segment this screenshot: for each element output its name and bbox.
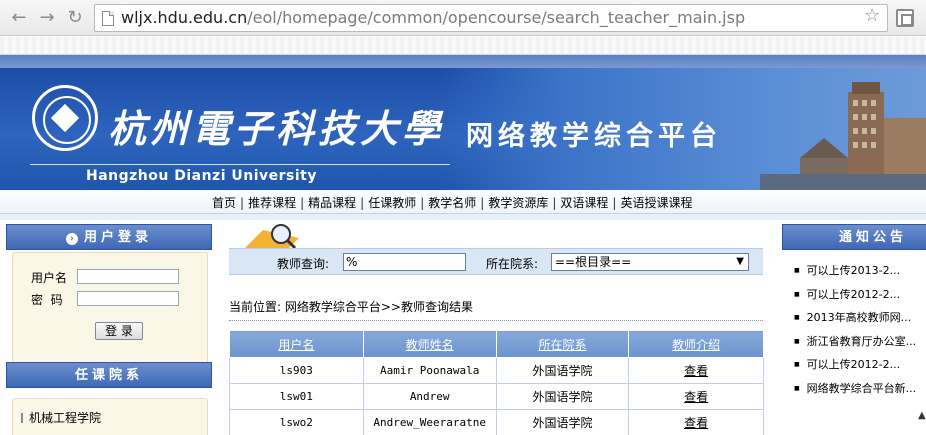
nav-bilingual-courses[interactable]: 双语课程 <box>560 196 608 210</box>
dept-item[interactable]: 机械工程学院 <box>21 409 101 426</box>
platform-title: 网络教学综合平台 <box>466 121 722 152</box>
col-header-teacher-name[interactable]: 教师姓名 <box>362 330 497 358</box>
col-header-username[interactable]: 用户名 <box>229 330 364 358</box>
teacher-search-bar: 教师查询: % 所在院系: ==根目录== ▼ <box>229 248 763 275</box>
notice-list: 可以上传2013-2... 可以上传2012-2... 2013年高校教师网..… <box>794 262 926 403</box>
notice-item[interactable]: 网络教学综合平台新... <box>794 380 926 404</box>
username-input[interactable] <box>77 269 179 284</box>
cell-department: 外国语学院 <box>495 357 630 384</box>
teacher-query-label: 教师查询: <box>277 257 330 271</box>
university-logo <box>32 85 98 151</box>
browser-menu-icon[interactable] <box>896 9 914 27</box>
notice-item[interactable]: 可以上传2013-2... <box>794 262 926 286</box>
login-button[interactable]: 登 录 <box>95 322 143 340</box>
notice-item[interactable]: 2013年高校教师网... <box>794 309 926 333</box>
cell-username: lsw01 <box>229 383 364 410</box>
cell-department: 外国语学院 <box>495 409 630 435</box>
dept-header: 任课院系 <box>6 362 212 388</box>
cell-teacher-name: Andrew <box>362 383 497 410</box>
left-sidebar: › 用户登录 用户名 密 码 登 录 任课院系 机械工程学院 <box>6 222 212 435</box>
login-header: › 用户登录 <box>6 224 212 250</box>
reload-icon[interactable]: ↻ <box>65 8 85 28</box>
bookmark-star-icon[interactable]: ☆ <box>864 5 880 26</box>
browser-toolbar-strip <box>0 37 926 55</box>
nav-under-strip <box>0 214 926 220</box>
scroll-up-arrow-icon[interactable]: ▲ <box>918 410 926 421</box>
cell-username: lswo2 <box>229 409 364 435</box>
username-label: 用户名 <box>31 271 68 285</box>
dept-select-label: 所在院系: <box>486 257 539 271</box>
table-row: ls903 Aamir Poonawala 外国语学院 查看 <box>229 357 764 384</box>
nav-home[interactable]: 首页 <box>212 196 236 210</box>
browser-toolbar: ← → ↻ wljx.hdu.edu.cn/eol/homepage/commo… <box>0 0 926 36</box>
breadcrumb: 当前位置: 网络教学综合平台>>教师查询结果 <box>229 300 473 314</box>
arrow-circle-icon: › <box>65 233 78 245</box>
password-label: 密 码 <box>31 293 63 307</box>
teacher-results-table: 用户名 教师姓名 所在院系 教师介绍 ls903 Aamir Poonawala… <box>229 330 764 435</box>
cell-teacher-name: Aamir Poonawala <box>362 357 497 384</box>
notice-item[interactable]: 浙江省教育厅办公室... <box>794 333 926 357</box>
nav-resource-library[interactable]: 教学资源库 <box>488 196 548 210</box>
right-sidebar: 通知公告 可以上传2013-2... 可以上传2012-2... 2013年高校… <box>782 222 926 435</box>
view-intro-link[interactable]: 查看 <box>684 416 708 430</box>
nav-recommended-courses[interactable]: 推荐课程 <box>248 196 296 210</box>
dept-select[interactable]: ==根目录== ▼ <box>551 253 749 271</box>
main-nav: 首页 | 推荐课程 | 精品课程 | 任课教师 | 教学名师 | 教学资源库 | 双语课程 | 英语授课课程 <box>0 190 926 214</box>
col-header-department[interactable]: 所在院系 <box>495 330 630 358</box>
notice-header: 通知公告 <box>782 224 926 250</box>
login-title: 用户登录 <box>83 230 152 245</box>
nav-quality-courses[interactable]: 精品课程 <box>308 196 356 210</box>
header-top-bar <box>0 55 926 68</box>
nav-famous-teachers[interactable]: 教学名师 <box>428 196 476 210</box>
back-icon[interactable]: ← <box>9 8 29 28</box>
site-banner: 杭州電子科技大學 网络教学综合平台 Hangzhou Dianzi Univer… <box>0 68 926 190</box>
forward-icon[interactable]: → <box>37 8 57 28</box>
dotted-divider <box>229 320 763 321</box>
dropdown-arrow-icon: ▼ <box>736 256 744 267</box>
teacher-query-input[interactable]: % <box>343 253 466 271</box>
password-input[interactable] <box>77 291 179 306</box>
notice-item[interactable]: 可以上传2012-2... <box>794 356 926 380</box>
view-intro-link[interactable]: 查看 <box>684 390 708 404</box>
address-bar[interactable]: wljx.hdu.edu.cn/eol/homepage/common/open… <box>94 4 888 32</box>
nav-english-courses[interactable]: 英语授课课程 <box>620 196 692 210</box>
cell-username: ls903 <box>229 357 364 384</box>
url-text[interactable]: wljx.hdu.edu.cn/eol/homepage/common/open… <box>121 8 745 27</box>
university-cn-name: 杭州電子科技大學 <box>108 106 445 151</box>
banner-divider <box>30 164 450 165</box>
login-form: 用户名 密 码 登 录 <box>12 252 208 364</box>
notice-item[interactable]: 可以上传2012-2... <box>794 286 926 310</box>
view-intro-link[interactable]: 查看 <box>684 364 708 378</box>
table-row: lswo2 Andrew_Weeraratne 外国语学院 查看 <box>229 409 764 435</box>
nav-teachers[interactable]: 任课教师 <box>368 196 416 210</box>
table-header-row: 用户名 教师姓名 所在院系 教师介绍 <box>229 330 764 358</box>
col-header-teacher-intro[interactable]: 教师介绍 <box>628 330 764 358</box>
table-row: lsw01 Andrew 外国语学院 查看 <box>229 383 764 410</box>
cell-department: 外国语学院 <box>495 383 630 410</box>
dept-list: 机械工程学院 <box>12 398 208 435</box>
campus-building-image <box>760 82 926 190</box>
page-icon <box>102 11 114 26</box>
cell-teacher-name: Andrew_Weeraratne <box>362 409 497 435</box>
university-en-name: Hangzhou Dianzi University <box>86 168 317 184</box>
dept-select-value: ==根目录== <box>555 255 632 269</box>
